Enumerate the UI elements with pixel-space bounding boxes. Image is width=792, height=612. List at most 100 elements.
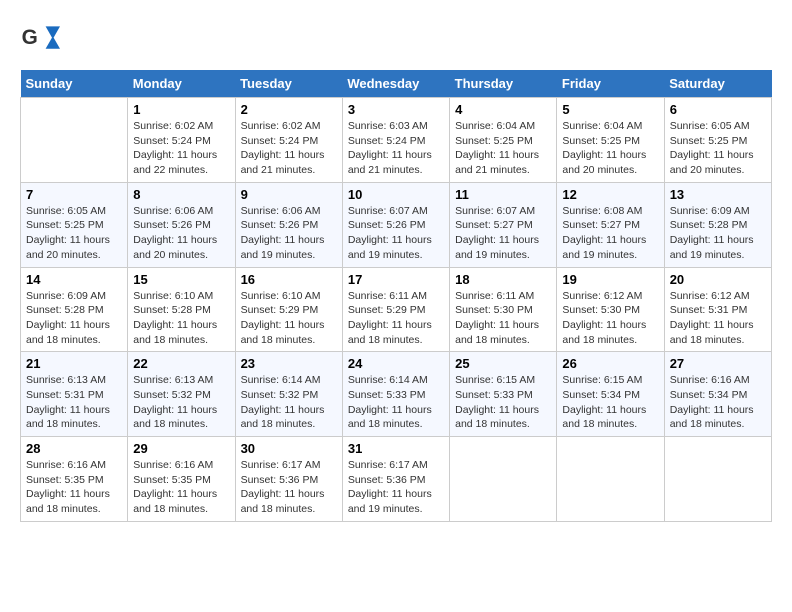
daylight-label: Daylight: 11 hours and 18 minutes. <box>26 319 110 346</box>
calendar-cell: 1 Sunrise: 6:02 AM Sunset: 5:24 PM Dayli… <box>128 98 235 183</box>
daylight-label: Daylight: 11 hours and 20 minutes. <box>562 149 646 176</box>
daylight-label: Daylight: 11 hours and 20 minutes. <box>133 234 217 261</box>
sunset-label: Sunset: 5:28 PM <box>26 304 104 316</box>
day-info: Sunrise: 6:13 AM Sunset: 5:32 PM Dayligh… <box>133 373 229 432</box>
logo-icon: G <box>20 20 60 60</box>
calendar-cell: 9 Sunrise: 6:06 AM Sunset: 5:26 PM Dayli… <box>235 182 342 267</box>
daylight-label: Daylight: 11 hours and 18 minutes. <box>241 488 325 515</box>
day-number: 15 <box>133 272 229 287</box>
daylight-label: Daylight: 11 hours and 19 minutes. <box>455 234 539 261</box>
sunrise-label: Sunrise: 6:11 AM <box>348 290 427 302</box>
sunrise-label: Sunrise: 6:08 AM <box>562 205 642 217</box>
calendar-cell: 13 Sunrise: 6:09 AM Sunset: 5:28 PM Dayl… <box>664 182 771 267</box>
sunrise-label: Sunrise: 6:07 AM <box>455 205 535 217</box>
calendar-cell: 16 Sunrise: 6:10 AM Sunset: 5:29 PM Dayl… <box>235 267 342 352</box>
calendar-header-row: SundayMondayTuesdayWednesdayThursdayFrid… <box>21 70 772 98</box>
day-info: Sunrise: 6:14 AM Sunset: 5:32 PM Dayligh… <box>241 373 337 432</box>
day-number: 2 <box>241 102 337 117</box>
sunrise-label: Sunrise: 6:17 AM <box>241 459 321 471</box>
daylight-label: Daylight: 11 hours and 18 minutes. <box>562 319 646 346</box>
calendar-cell: 15 Sunrise: 6:10 AM Sunset: 5:28 PM Dayl… <box>128 267 235 352</box>
page-header: G <box>20 20 772 60</box>
calendar-cell: 19 Sunrise: 6:12 AM Sunset: 5:30 PM Dayl… <box>557 267 664 352</box>
day-info: Sunrise: 6:13 AM Sunset: 5:31 PM Dayligh… <box>26 373 122 432</box>
weekday-header-monday: Monday <box>128 70 235 98</box>
daylight-label: Daylight: 11 hours and 18 minutes. <box>133 488 217 515</box>
daylight-label: Daylight: 11 hours and 19 minutes. <box>348 488 432 515</box>
day-number: 22 <box>133 356 229 371</box>
daylight-label: Daylight: 11 hours and 18 minutes. <box>562 404 646 431</box>
sunrise-label: Sunrise: 6:14 AM <box>241 374 321 386</box>
sunset-label: Sunset: 5:24 PM <box>348 135 426 147</box>
day-number: 24 <box>348 356 444 371</box>
sunrise-label: Sunrise: 6:05 AM <box>670 120 750 132</box>
sunset-label: Sunset: 5:34 PM <box>670 389 748 401</box>
sunrise-label: Sunrise: 6:13 AM <box>26 374 106 386</box>
sunrise-label: Sunrise: 6:06 AM <box>241 205 321 217</box>
daylight-label: Daylight: 11 hours and 19 minutes. <box>670 234 754 261</box>
day-info: Sunrise: 6:16 AM Sunset: 5:35 PM Dayligh… <box>133 458 229 517</box>
sunset-label: Sunset: 5:32 PM <box>133 389 211 401</box>
weekday-header-saturday: Saturday <box>664 70 771 98</box>
logo: G <box>20 20 64 60</box>
weekday-header-thursday: Thursday <box>450 70 557 98</box>
sunrise-label: Sunrise: 6:15 AM <box>455 374 535 386</box>
day-number: 17 <box>348 272 444 287</box>
sunset-label: Sunset: 5:36 PM <box>348 474 426 486</box>
day-number: 8 <box>133 187 229 202</box>
day-info: Sunrise: 6:15 AM Sunset: 5:33 PM Dayligh… <box>455 373 551 432</box>
sunset-label: Sunset: 5:34 PM <box>562 389 640 401</box>
day-number: 6 <box>670 102 766 117</box>
day-info: Sunrise: 6:17 AM Sunset: 5:36 PM Dayligh… <box>348 458 444 517</box>
daylight-label: Daylight: 11 hours and 21 minutes. <box>455 149 539 176</box>
daylight-label: Daylight: 11 hours and 19 minutes. <box>241 234 325 261</box>
sunset-label: Sunset: 5:33 PM <box>348 389 426 401</box>
daylight-label: Daylight: 11 hours and 18 minutes. <box>241 319 325 346</box>
day-number: 3 <box>348 102 444 117</box>
day-info: Sunrise: 6:06 AM Sunset: 5:26 PM Dayligh… <box>241 204 337 263</box>
sunset-label: Sunset: 5:25 PM <box>455 135 533 147</box>
sunrise-label: Sunrise: 6:12 AM <box>670 290 750 302</box>
calendar-week-1: 1 Sunrise: 6:02 AM Sunset: 5:24 PM Dayli… <box>21 98 772 183</box>
sunrise-label: Sunrise: 6:10 AM <box>241 290 321 302</box>
day-info: Sunrise: 6:16 AM Sunset: 5:34 PM Dayligh… <box>670 373 766 432</box>
sunset-label: Sunset: 5:30 PM <box>455 304 533 316</box>
calendar-cell <box>21 98 128 183</box>
calendar-cell: 29 Sunrise: 6:16 AM Sunset: 5:35 PM Dayl… <box>128 437 235 522</box>
calendar-cell: 12 Sunrise: 6:08 AM Sunset: 5:27 PM Dayl… <box>557 182 664 267</box>
day-number: 21 <box>26 356 122 371</box>
daylight-label: Daylight: 11 hours and 21 minutes. <box>241 149 325 176</box>
day-number: 7 <box>26 187 122 202</box>
sunset-label: Sunset: 5:35 PM <box>133 474 211 486</box>
daylight-label: Daylight: 11 hours and 18 minutes. <box>348 404 432 431</box>
sunset-label: Sunset: 5:36 PM <box>241 474 319 486</box>
sunset-label: Sunset: 5:25 PM <box>26 219 104 231</box>
calendar-cell: 6 Sunrise: 6:05 AM Sunset: 5:25 PM Dayli… <box>664 98 771 183</box>
sunset-label: Sunset: 5:25 PM <box>670 135 748 147</box>
sunrise-label: Sunrise: 6:12 AM <box>562 290 642 302</box>
day-info: Sunrise: 6:04 AM Sunset: 5:25 PM Dayligh… <box>562 119 658 178</box>
calendar-week-4: 21 Sunrise: 6:13 AM Sunset: 5:31 PM Dayl… <box>21 352 772 437</box>
calendar-cell: 27 Sunrise: 6:16 AM Sunset: 5:34 PM Dayl… <box>664 352 771 437</box>
sunset-label: Sunset: 5:26 PM <box>348 219 426 231</box>
sunrise-label: Sunrise: 6:02 AM <box>133 120 213 132</box>
day-number: 11 <box>455 187 551 202</box>
calendar-cell: 28 Sunrise: 6:16 AM Sunset: 5:35 PM Dayl… <box>21 437 128 522</box>
calendar-cell: 22 Sunrise: 6:13 AM Sunset: 5:32 PM Dayl… <box>128 352 235 437</box>
daylight-label: Daylight: 11 hours and 18 minutes. <box>26 488 110 515</box>
day-number: 29 <box>133 441 229 456</box>
sunrise-label: Sunrise: 6:15 AM <box>562 374 642 386</box>
sunset-label: Sunset: 5:26 PM <box>241 219 319 231</box>
sunrise-label: Sunrise: 6:16 AM <box>670 374 750 386</box>
daylight-label: Daylight: 11 hours and 18 minutes. <box>348 319 432 346</box>
calendar-cell: 8 Sunrise: 6:06 AM Sunset: 5:26 PM Dayli… <box>128 182 235 267</box>
day-info: Sunrise: 6:12 AM Sunset: 5:31 PM Dayligh… <box>670 289 766 348</box>
daylight-label: Daylight: 11 hours and 18 minutes. <box>670 404 754 431</box>
calendar-cell: 7 Sunrise: 6:05 AM Sunset: 5:25 PM Dayli… <box>21 182 128 267</box>
day-info: Sunrise: 6:17 AM Sunset: 5:36 PM Dayligh… <box>241 458 337 517</box>
sunrise-label: Sunrise: 6:02 AM <box>241 120 321 132</box>
day-number: 27 <box>670 356 766 371</box>
day-info: Sunrise: 6:11 AM Sunset: 5:30 PM Dayligh… <box>455 289 551 348</box>
day-number: 9 <box>241 187 337 202</box>
sunrise-label: Sunrise: 6:16 AM <box>26 459 106 471</box>
